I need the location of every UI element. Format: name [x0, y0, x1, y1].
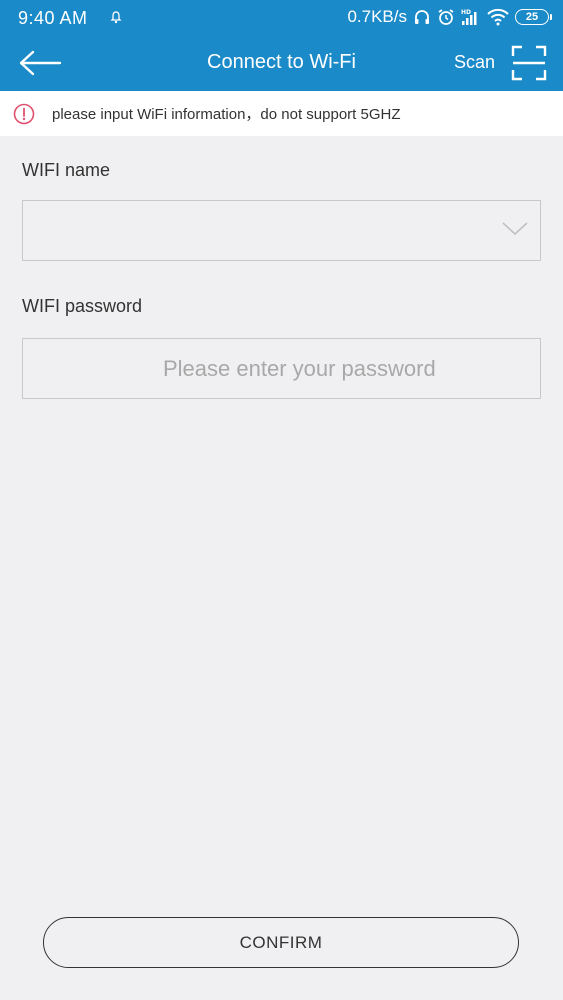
battery-icon: 25 [515, 9, 552, 25]
wifi-password-label: WIFI password [22, 296, 143, 316]
app-header: Connect to Wi-Fi Scan [0, 36, 563, 91]
notice-bar: please input WiFi information，do not sup… [0, 91, 563, 136]
headphones-icon [415, 10, 429, 24]
scan-button[interactable]: Scan [454, 52, 495, 73]
chevron-down-icon [502, 222, 528, 236]
wifi-icon [487, 8, 509, 26]
bell-icon [110, 11, 122, 24]
qr-scan-icon[interactable] [511, 45, 547, 81]
network-speed: 0.7KB/s [347, 7, 407, 26]
status-time: 9:40 AM [18, 8, 88, 28]
battery-level: 25 [525, 11, 539, 23]
alarm-icon [438, 9, 454, 25]
svg-text:HD: HD [461, 9, 471, 16]
warning-circle-icon [13, 103, 35, 124]
hd-signal-icon: HD [461, 9, 477, 25]
status-indicators: 0.7KB/s HD 25 [347, 7, 552, 27]
back-arrow-icon[interactable] [16, 47, 64, 79]
wifi-name-label: WIFI name [22, 160, 111, 180]
connect-wifi-screen: 9:40 AM 0.7KB/s HD 25 Connect to Wi-Fi S… [0, 0, 563, 1000]
status-bar: 9:40 AM 0.7KB/s HD 25 [0, 0, 563, 36]
notice-text: please input WiFi information，do not sup… [52, 106, 401, 123]
confirm-button[interactable]: CONFIRM [43, 917, 519, 968]
wifi-name-select[interactable] [22, 200, 541, 261]
wifi-password-input[interactable] [22, 338, 541, 399]
